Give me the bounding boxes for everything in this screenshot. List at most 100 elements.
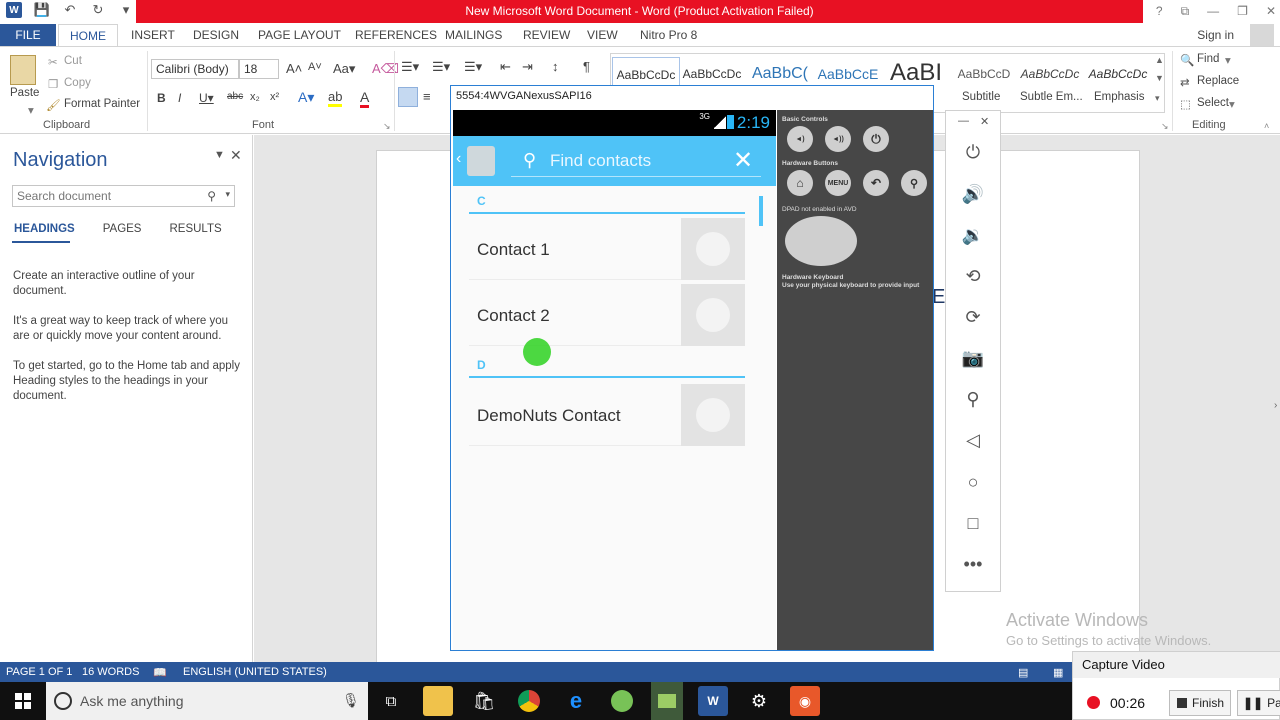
menu-button[interactable]: MENU (825, 170, 851, 196)
nav-tab-pages[interactable]: PAGES (103, 223, 142, 235)
rotate-left-icon[interactable]: ⟲ (960, 263, 986, 289)
paste-icon[interactable] (10, 55, 36, 85)
underline-icon[interactable]: U▾ (199, 91, 214, 105)
avatar[interactable] (1250, 24, 1274, 46)
file-explorer-icon[interactable] (423, 686, 453, 716)
select-button[interactable]: Select (1197, 97, 1229, 109)
edge-icon[interactable]: e (561, 686, 591, 716)
overview-icon[interactable]: □ (960, 510, 986, 536)
word-taskbar-icon[interactable]: W (698, 686, 728, 716)
contact-row[interactable]: Contact 1 (469, 216, 745, 280)
copy-button[interactable]: Copy (64, 77, 91, 89)
tab-insert[interactable]: INSERT (131, 28, 175, 42)
find-dropdown-icon[interactable]: ▾ (1225, 53, 1231, 67)
finish-button[interactable]: Finish (1169, 690, 1231, 716)
nav-tab-results[interactable]: RESULTS (169, 223, 221, 235)
page-count[interactable]: PAGE 1 OF 1 (6, 666, 72, 678)
zoom-icon[interactable]: ⚲ (960, 386, 986, 412)
nav-search-input[interactable]: Search document ⚲ ▾ (12, 185, 235, 207)
tab-mailings[interactable]: MAILINGS (445, 28, 502, 42)
redo-icon[interactable]: ↻ (90, 2, 106, 18)
nav-options-icon[interactable]: ▼ (214, 149, 225, 161)
styles-dialog-launcher-icon[interactable]: ↘ (1161, 121, 1169, 132)
search-button[interactable]: ⚲ (901, 170, 927, 196)
sign-in-link[interactable]: Sign in (1197, 28, 1234, 42)
find-button[interactable]: Find (1197, 53, 1219, 65)
clear-formatting-icon[interactable]: A⌫ (372, 61, 399, 77)
tab-home[interactable]: HOME (58, 24, 118, 48)
tab-file[interactable]: FILE (0, 24, 56, 47)
format-painter-button[interactable]: Format Painter (64, 98, 140, 110)
cortana-search-box[interactable]: Ask me anything 🎙 (46, 682, 368, 720)
replace-button[interactable]: Replace (1197, 75, 1239, 87)
contact-row[interactable]: DemoNuts Contact (469, 382, 745, 446)
highlight-icon[interactable]: ab (328, 89, 343, 107)
undo-icon[interactable]: ↶ (62, 2, 78, 18)
change-case-icon[interactable]: Aa▾ (333, 61, 355, 77)
align-center-icon[interactable]: ≡ (423, 89, 431, 104)
text-effects-icon[interactable]: A▾ (298, 89, 314, 106)
minimize-button[interactable]: — (1207, 4, 1219, 18)
tab-review[interactable]: REVIEW (523, 28, 570, 42)
task-view-icon[interactable]: ⧉ (376, 686, 406, 716)
tab-references[interactable]: REFERENCES (355, 28, 437, 42)
android-studio-icon[interactable] (607, 686, 637, 716)
home-button[interactable]: ⌂ (787, 170, 813, 196)
start-button[interactable] (0, 682, 46, 720)
select-dropdown-icon[interactable]: ▾ (1229, 97, 1235, 111)
more-icon[interactable]: ••• (960, 551, 986, 577)
find-contacts-input[interactable]: Find contacts (550, 151, 651, 171)
restore-button[interactable]: ❐ (1237, 4, 1248, 18)
collapse-ribbon-icon[interactable]: ˄ (1264, 121, 1269, 131)
volume-up-button[interactable]: ◄)) (825, 126, 851, 152)
chrome-icon[interactable] (514, 686, 544, 716)
grow-font-icon[interactable]: A˄ (286, 61, 302, 76)
settings-gear-icon[interactable]: ⚙ (744, 686, 774, 716)
print-layout-icon[interactable]: ▦ (1053, 666, 1063, 679)
list-scrollbar[interactable] (759, 196, 763, 226)
word-count[interactable]: 16 WORDS (82, 666, 139, 678)
multilevel-list-icon[interactable]: ☰▾ (464, 59, 482, 75)
ribbon-display-button[interactable]: ⧉ (1181, 4, 1190, 19)
paste-dropdown-icon[interactable]: ▾ (28, 103, 34, 117)
language-indicator[interactable]: ENGLISH (UNITED STATES) (183, 666, 327, 678)
close-window-button[interactable]: ✕ (1266, 4, 1276, 18)
tab-view[interactable]: VIEW (587, 28, 618, 42)
pause-button[interactable]: ❚❚ Pause (1237, 690, 1280, 716)
numbering-icon[interactable]: ☰▾ (432, 59, 450, 75)
back-arrow-icon[interactable]: ‹ (456, 150, 461, 168)
close-icon[interactable]: ✕ (980, 115, 989, 128)
cut-button[interactable]: Cut (64, 55, 82, 67)
back-icon[interactable]: ◁ (960, 427, 986, 453)
screen-recorder-icon[interactable]: ◉ (790, 686, 820, 716)
power-icon[interactable]: ⏻ (960, 139, 986, 165)
bullets-icon[interactable]: ☰▾ (401, 59, 419, 75)
styles-scroll-down-icon[interactable]: ▼ (1155, 73, 1164, 83)
microphone-icon[interactable]: 🎙 (342, 692, 360, 709)
tab-nitro[interactable]: Nitro Pro 8 (640, 28, 697, 42)
volume-down-button[interactable]: ◄) (787, 126, 813, 152)
show-marks-icon[interactable]: ¶ (583, 59, 590, 74)
nav-tab-headings[interactable]: HEADINGS (14, 223, 75, 235)
shrink-font-icon[interactable]: A˅ (308, 61, 322, 73)
read-mode-icon[interactable]: ▤ (1018, 666, 1028, 679)
store-icon[interactable]: 🛍 (469, 686, 499, 716)
rotate-right-icon[interactable]: ⟳ (960, 304, 986, 330)
italic-icon[interactable]: I (178, 91, 181, 105)
app-icon[interactable] (651, 682, 683, 720)
contact-row[interactable]: Contact 2 (469, 282, 745, 346)
search-dropdown-icon[interactable]: ▾ (225, 189, 230, 200)
contacts-app-icon[interactable] (467, 146, 495, 176)
scroll-indicator-icon[interactable]: › (1274, 400, 1277, 411)
tab-page-layout[interactable]: PAGE LAYOUT (258, 28, 341, 42)
close-search-icon[interactable]: ✕ (733, 146, 753, 175)
back-button[interactable]: ↶ (863, 170, 889, 196)
sort-icon[interactable]: ↕ (552, 59, 559, 74)
font-size-box[interactable]: 18 (239, 59, 279, 79)
help-button[interactable]: ? (1156, 4, 1163, 18)
strikethrough-icon[interactable]: abc (227, 91, 243, 102)
styles-scroll-up-icon[interactable]: ▲ (1155, 55, 1164, 65)
subscript-icon[interactable]: x₂ (250, 91, 260, 103)
font-dialog-launcher-icon[interactable]: ↘ (383, 121, 391, 132)
minimize-icon[interactable]: — (958, 115, 969, 127)
